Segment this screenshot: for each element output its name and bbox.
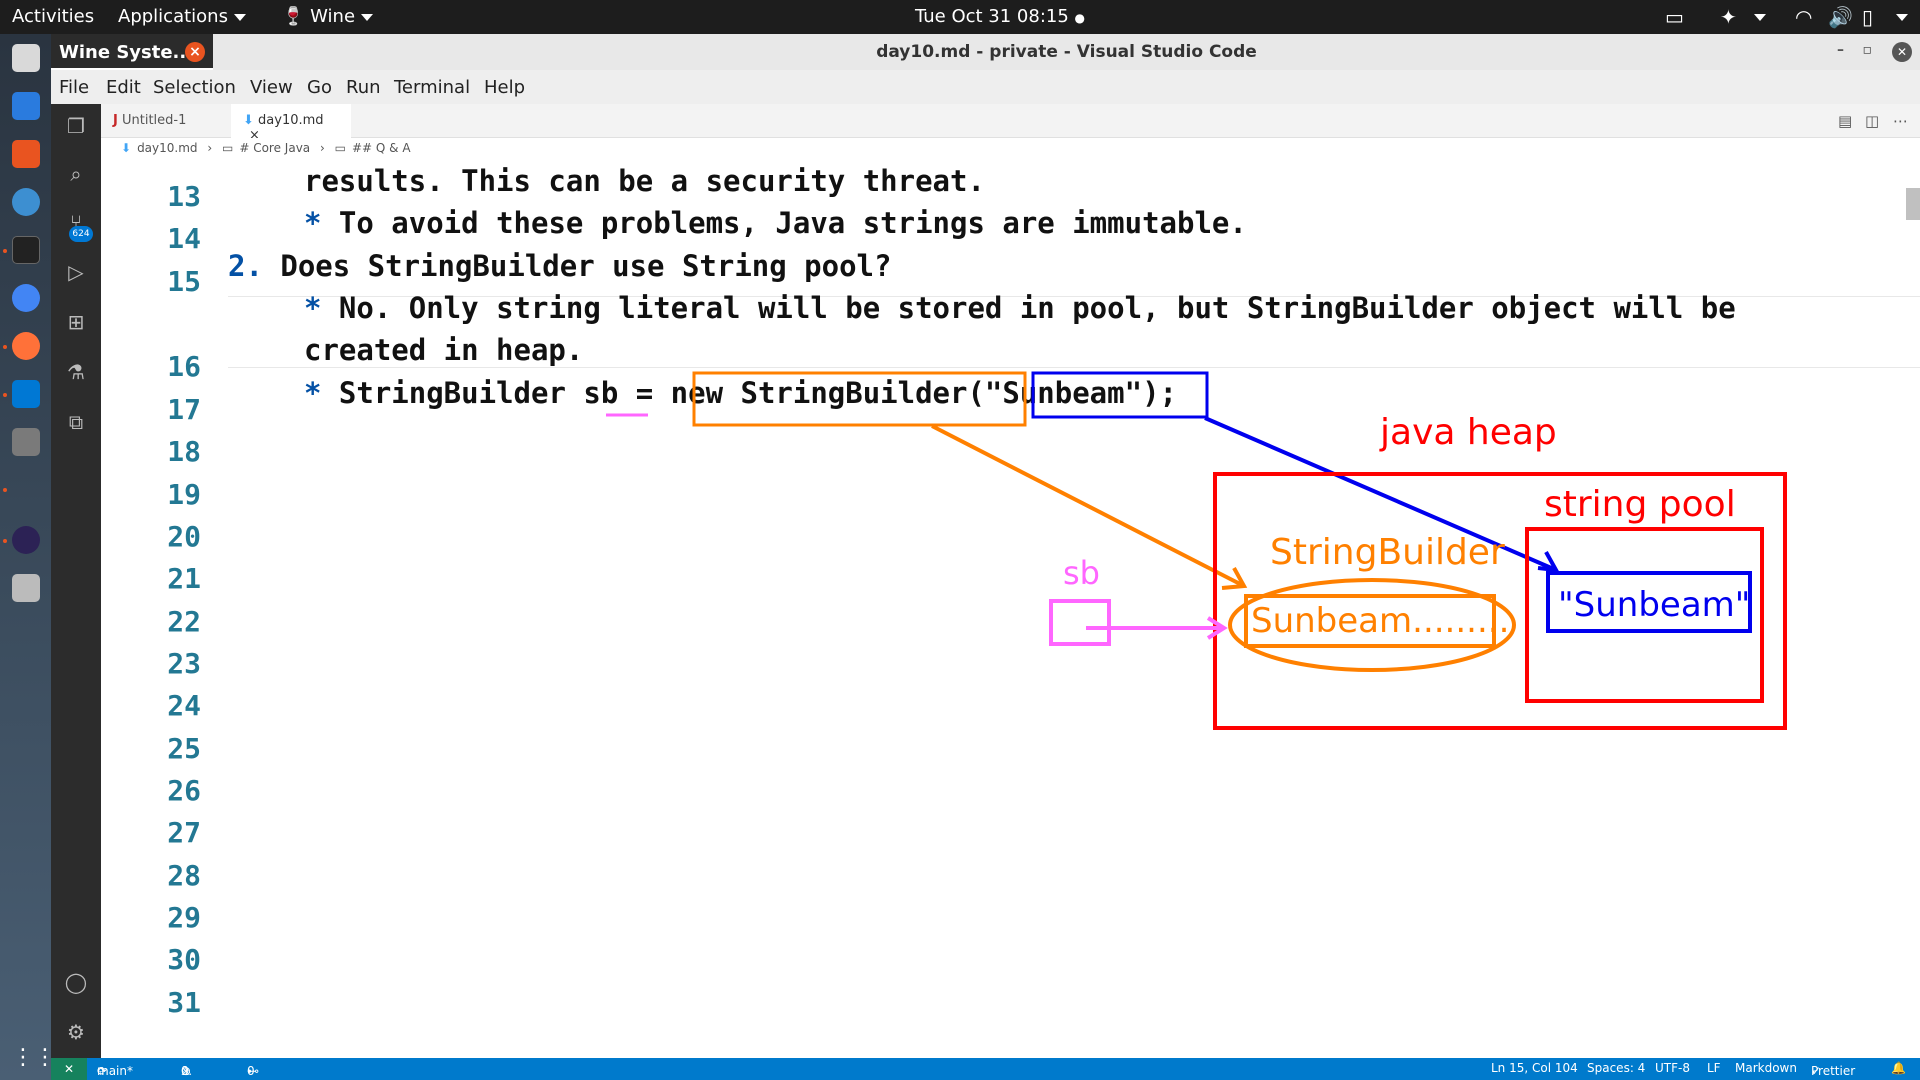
sb-label: sb	[1063, 554, 1100, 592]
ports-count: 0	[247, 1064, 255, 1078]
indentation[interactable]: Spaces: 4	[1587, 1061, 1645, 1075]
sunbeam-literal-box	[1031, 371, 1209, 419]
remote-indicator-icon[interactable]: ✕	[51, 1058, 87, 1080]
stringbuilder-value: Sunbeam.........	[1251, 601, 1509, 641]
sb-reference-box	[1049, 599, 1111, 646]
warning-count: 0	[181, 1064, 189, 1078]
language-mode[interactable]: Markdown	[1735, 1061, 1797, 1075]
encoding[interactable]: UTF-8	[1655, 1061, 1690, 1075]
pool-arrowhead	[1537, 551, 1560, 573]
end-of-line[interactable]: LF	[1707, 1061, 1721, 1075]
cursor-position[interactable]: Ln 15, Col 104	[1491, 1061, 1578, 1075]
notifications-bell-icon[interactable]: 🔔	[1891, 1061, 1906, 1075]
status-bar: ✕ ⑂ main* ⟳ ⊗ 0 ⚠ 0 ⊷ 0 Ln 15, Col 104 Spa…	[51, 1058, 1920, 1080]
string-pool-label: string pool	[1544, 484, 1736, 525]
annotation-overlay: java heap string pool "Sunbeam" StringBu…	[606, 371, 1787, 730]
stringbuilder-label: StringBuilder	[1270, 532, 1505, 573]
java-heap-label: java heap	[1379, 412, 1557, 453]
sync-icon: ⟳	[97, 1064, 108, 1078]
prettier-label: Prettier	[1811, 1064, 1856, 1078]
new-stringbuilder-box	[692, 371, 1027, 427]
pool-value: "Sunbeam"	[1558, 585, 1750, 625]
